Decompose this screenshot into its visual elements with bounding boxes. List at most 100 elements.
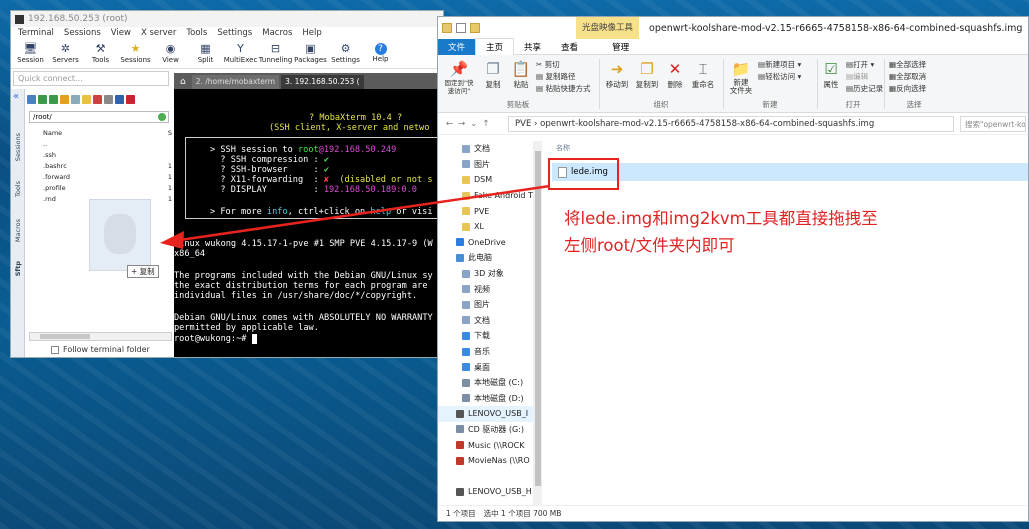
- nav-tree-item[interactable]: 图片: [438, 297, 533, 313]
- pin-quick-access-button[interactable]: 📌 固定到"快速访问": [442, 59, 476, 95]
- ribbon-tab-view[interactable]: 查看: [551, 39, 588, 55]
- menu-help[interactable]: Help: [297, 27, 326, 41]
- paste-button[interactable]: 📋 粘贴: [506, 59, 536, 90]
- ribbon-tab-file[interactable]: 文件: [438, 38, 476, 55]
- rename-button[interactable]: ⌶ 重命名: [688, 59, 718, 90]
- invert-selection-button[interactable]: ▦反向选择: [889, 83, 926, 94]
- properties-icon[interactable]: [456, 23, 466, 33]
- file-row[interactable]: .bashrc 1: [29, 160, 172, 171]
- nav-tree-item[interactable]: 桌面: [438, 359, 533, 375]
- cut-button[interactable]: ✂ 剪切: [536, 59, 560, 70]
- menu-terminal[interactable]: Terminal: [13, 27, 59, 41]
- open-button[interactable]: ▤打开 ▾: [846, 59, 874, 70]
- sftp-path-input[interactable]: /root/: [29, 111, 169, 123]
- nav-tree-item[interactable]: 3D 对象: [438, 266, 533, 282]
- edit-button[interactable]: ▤编辑: [846, 71, 868, 82]
- sftp-up-icon[interactable]: [27, 95, 36, 104]
- breadcrumb[interactable]: PVE › openwrt-koolshare-mod-v2.15-r6665-…: [508, 115, 954, 132]
- menu-sessions[interactable]: Sessions: [59, 27, 106, 41]
- toolbar-tools-button[interactable]: ⚒ Tools: [83, 41, 118, 68]
- file-row[interactable]: .forward 1: [29, 171, 172, 182]
- sftp-new-folder-icon[interactable]: [82, 95, 91, 104]
- menu-settings[interactable]: Settings: [212, 27, 257, 41]
- nav-tree-item[interactable]: 此电脑: [438, 250, 533, 266]
- folder-icon[interactable]: [442, 23, 452, 33]
- side-tab-sftp[interactable]: Sftp: [14, 261, 22, 276]
- new-folder-icon[interactable]: [470, 23, 480, 33]
- toolbar-split-button[interactable]: ▦ Split: [188, 41, 223, 68]
- sftp-download-icon[interactable]: [38, 95, 47, 104]
- tab-mobaxterm-home[interactable]: 2. /home/mobaxterm: [191, 75, 280, 89]
- terminal-output[interactable]: ? MobaXterm 10.4 ? (SSH client, X-server…: [174, 89, 443, 357]
- ribbon-tab-share[interactable]: 共享: [514, 39, 551, 55]
- menu-view[interactable]: View: [106, 27, 136, 41]
- navigation-pane-scrollbar[interactable]: [534, 141, 542, 507]
- toolbar-servers-button[interactable]: ✲ Servers: [48, 41, 83, 68]
- nav-tree-item[interactable]: 本地磁盘 (D:): [438, 391, 533, 407]
- menu-xserver[interactable]: X server: [136, 27, 181, 41]
- sftp-delete-icon[interactable]: [93, 95, 102, 104]
- side-tab-tools[interactable]: Tools: [14, 181, 22, 197]
- ribbon-tab-home[interactable]: 主页: [475, 38, 515, 55]
- sftp-bookmark-icon[interactable]: [115, 95, 124, 104]
- delete-button[interactable]: ✕ 删除: [660, 59, 690, 90]
- copy-path-button[interactable]: ▤ 复制路径: [536, 71, 575, 82]
- nav-tree-item[interactable]: 图片: [438, 157, 533, 173]
- home-tab-icon[interactable]: ⌂: [176, 77, 190, 89]
- easy-access-button[interactable]: ▤轻松访问 ▾: [758, 71, 801, 82]
- select-all-button[interactable]: ▦全部选择: [889, 59, 926, 70]
- select-none-button[interactable]: ▦全部取消: [889, 71, 926, 82]
- side-tab-macros[interactable]: Macros: [14, 219, 22, 242]
- toolbar-packages-button[interactable]: ▣ Packages: [293, 41, 328, 68]
- nav-tree-item[interactable]: Music (\\ROCK: [438, 437, 533, 453]
- toolbar-sessions-button[interactable]: ★ Sessions: [118, 41, 153, 68]
- nav-tree-item[interactable]: CD 驱动器 (G:): [438, 422, 533, 438]
- copy-button[interactable]: ❐ 复制: [478, 59, 508, 90]
- properties-button[interactable]: ☑ 属性: [818, 59, 844, 90]
- up-arrow-icon[interactable]: ↑: [482, 119, 494, 129]
- forward-arrow-icon[interactable]: →: [458, 119, 470, 129]
- follow-terminal-folder-checkbox[interactable]: Follow terminal folder: [51, 345, 150, 354]
- sftp-refresh-icon[interactable]: [60, 95, 69, 104]
- context-tab-disc-image-tools[interactable]: 光盘映像工具: [576, 17, 640, 39]
- nav-tree-item[interactable]: DSM: [438, 172, 533, 188]
- collapse-sidebar-icon[interactable]: «: [13, 91, 19, 102]
- nav-tree-item[interactable]: OneDrive: [438, 235, 533, 251]
- search-input[interactable]: 搜索"openwrt-koo: [960, 115, 1026, 132]
- chevron-down-icon[interactable]: ⌄: [470, 119, 482, 129]
- ribbon-tab-manage[interactable]: 管理: [588, 39, 639, 55]
- sftp-upload-icon[interactable]: [49, 95, 58, 104]
- sftp-settings-icon[interactable]: [104, 95, 113, 104]
- selected-file-row[interactable]: lede.img: [552, 163, 1028, 181]
- toolbar-settings-button[interactable]: ⚙ Settings: [328, 41, 363, 68]
- nav-tree-item[interactable]: PVE: [438, 203, 533, 219]
- new-item-button[interactable]: ▤新建项目 ▾: [758, 59, 801, 70]
- copy-to-button[interactable]: ❐ 复制到: [632, 59, 662, 90]
- nav-tree-item[interactable]: XL: [438, 219, 533, 235]
- quick-connect-input[interactable]: Quick connect...: [13, 71, 169, 86]
- move-to-button[interactable]: ➜ 移动到: [602, 59, 632, 90]
- nav-tree-item[interactable]: 文档: [438, 141, 533, 157]
- side-tab-sessions[interactable]: Sessions: [14, 133, 22, 161]
- back-arrow-icon[interactable]: ←: [446, 119, 458, 129]
- nav-tree-item[interactable]: LENOVO_USB_I: [438, 406, 533, 422]
- nav-tree-item[interactable]: 下载: [438, 328, 533, 344]
- nav-tree-item[interactable]: 音乐: [438, 344, 533, 360]
- tab-ssh-session[interactable]: 3. 192.168.50.253 (: [281, 75, 364, 89]
- nav-tree-item[interactable]: 本地磁盘 (C:): [438, 375, 533, 391]
- sftp-terminal-icon[interactable]: [126, 95, 135, 104]
- file-row[interactable]: ..: [29, 138, 172, 149]
- history-button[interactable]: ▤历史记录: [846, 83, 883, 94]
- toolbar-view-button[interactable]: ◉ View: [153, 41, 188, 68]
- nav-tree-item[interactable]: 视频: [438, 281, 533, 297]
- path-ok-icon[interactable]: [158, 113, 166, 121]
- file-row[interactable]: .ssh: [29, 149, 172, 160]
- toolbar-tunneling-button[interactable]: ⊟ Tunneling: [258, 41, 293, 68]
- paste-shortcut-button[interactable]: ▤ 粘贴快捷方式: [536, 83, 590, 94]
- nav-tree-item[interactable]: Fake Android T: [438, 188, 533, 204]
- column-header-name[interactable]: 名称: [556, 143, 570, 153]
- nav-tree-item[interactable]: 文档: [438, 313, 533, 329]
- menu-tools[interactable]: Tools: [181, 27, 212, 41]
- toolbar-help-button[interactable]: ? Help: [363, 41, 398, 68]
- toolbar-session-button[interactable]: 🖥 Session: [13, 41, 48, 68]
